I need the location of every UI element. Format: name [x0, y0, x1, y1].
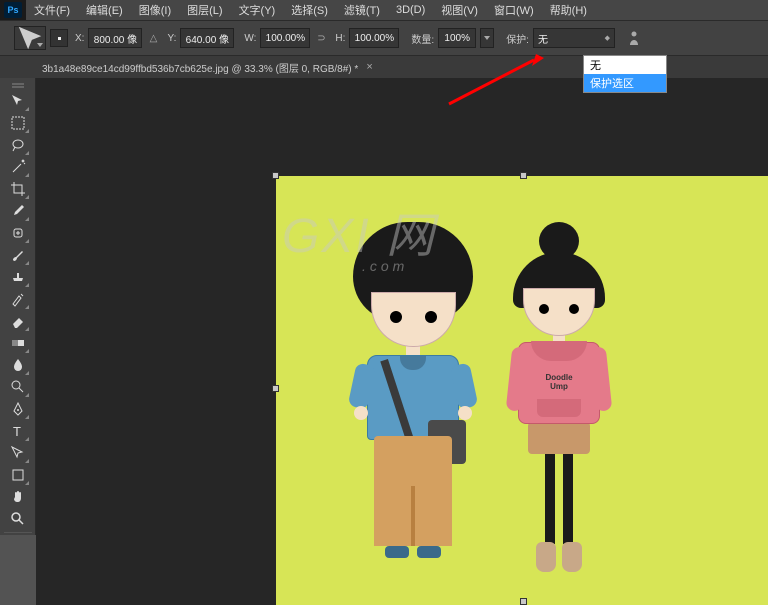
eraser-tool[interactable] — [6, 310, 30, 332]
eyedropper-tool[interactable] — [6, 200, 30, 222]
dodge-tool[interactable] — [6, 376, 30, 398]
menu-bar: Ps 文件(F) 编辑(E) 图像(I) 图层(L) 文字(Y) 选择(S) 滤… — [0, 0, 768, 20]
menu-view[interactable]: 视图(V) — [433, 2, 486, 18]
pen-tool[interactable] — [6, 398, 30, 420]
w-label: W: — [244, 33, 256, 44]
magic-wand-tool[interactable] — [6, 156, 30, 178]
hand-tool[interactable] — [6, 486, 30, 508]
y-label: Y: — [167, 33, 176, 44]
amount-dropdown-button[interactable] — [480, 28, 494, 48]
menu-window[interactable]: 窗口(W) — [486, 2, 542, 18]
marquee-tool[interactable] — [6, 112, 30, 134]
menu-3d[interactable]: 3D(D) — [388, 4, 433, 16]
y-input[interactable] — [180, 28, 234, 48]
ps-logo: Ps — [0, 0, 26, 20]
type-tool[interactable]: T — [6, 420, 30, 442]
shape-tool[interactable] — [6, 464, 30, 486]
healing-brush-tool[interactable] — [6, 222, 30, 244]
protect-option-none[interactable]: 无 — [584, 56, 666, 74]
protect-value: 无 — [538, 31, 548, 46]
crop-tool[interactable] — [6, 178, 30, 200]
illustration-boy — [328, 222, 498, 558]
amount-label: 数量: — [411, 31, 434, 46]
link-wh-icon[interactable]: ⊃ — [314, 30, 328, 46]
toolbar-grip[interactable] — [6, 82, 30, 90]
lasso-tool[interactable] — [6, 134, 30, 156]
menu-file[interactable]: 文件(F) — [26, 2, 78, 18]
menu-layer[interactable]: 图层(L) — [179, 2, 230, 18]
menu-edit[interactable]: 编辑(E) — [78, 2, 131, 18]
svg-text:T: T — [13, 424, 21, 439]
protect-option-selection[interactable]: 保护选区 — [584, 74, 666, 92]
menu-help[interactable]: 帮助(H) — [542, 2, 595, 18]
protect-select[interactable]: 无 — [533, 28, 615, 48]
protect-label: 保护: — [506, 31, 529, 46]
brush-tool[interactable] — [6, 244, 30, 266]
path-selection-tool[interactable] — [6, 442, 30, 464]
zoom-tool[interactable] — [6, 508, 30, 530]
tool-preset-picker[interactable] — [14, 26, 46, 50]
reference-point-selector[interactable] — [50, 29, 68, 47]
transform-handle-bottom-middle[interactable] — [520, 598, 527, 605]
h-label: H: — [335, 33, 345, 44]
tools-panel: T — [0, 78, 36, 535]
transform-handle-top-middle[interactable] — [520, 172, 527, 179]
w-input[interactable] — [260, 28, 310, 48]
move-icon — [15, 23, 45, 53]
menu-filter[interactable]: 滤镜(T) — [336, 2, 388, 18]
menu-image[interactable]: 图像(I) — [131, 2, 179, 18]
delta-icon[interactable]: △ — [146, 30, 160, 46]
transform-handle-middle-left[interactable] — [272, 385, 279, 392]
document-tab-title: 3b1a48e89ce14cd99ffbd536b7cb625e.jpg @ 3… — [42, 60, 358, 75]
x-label: X: — [75, 33, 84, 44]
canvas[interactable]: Doodle Ump — [276, 176, 768, 605]
blur-tool[interactable] — [6, 354, 30, 376]
toolbar-separator — [4, 532, 32, 533]
amount-input[interactable] — [438, 28, 476, 48]
history-brush-tool[interactable] — [6, 288, 30, 310]
clone-stamp-tool[interactable] — [6, 266, 30, 288]
gradient-tool[interactable] — [6, 332, 30, 354]
move-tool[interactable] — [6, 90, 30, 112]
tab-close-icon[interactable]: × — [366, 61, 372, 73]
menu-select[interactable]: 选择(S) — [283, 2, 336, 18]
x-input[interactable] — [88, 28, 142, 48]
illustration-girl: Doodle Ump — [494, 222, 624, 572]
menu-type[interactable]: 文字(Y) — [231, 2, 284, 18]
options-bar: X: △ Y: W: ⊃ H: 数量: 保护: 无 — [0, 20, 768, 56]
canvas-area[interactable]: Doodle Ump — [36, 78, 768, 605]
transform-handle-top-left[interactable] — [272, 172, 279, 179]
document-tab[interactable]: 3b1a48e89ce14cd99ffbd536b7cb625e.jpg @ 3… — [42, 60, 373, 75]
protect-dropdown-menu: 无 保护选区 — [583, 55, 667, 93]
protect-skin-icon[interactable] — [627, 30, 641, 46]
h-input[interactable] — [349, 28, 399, 48]
